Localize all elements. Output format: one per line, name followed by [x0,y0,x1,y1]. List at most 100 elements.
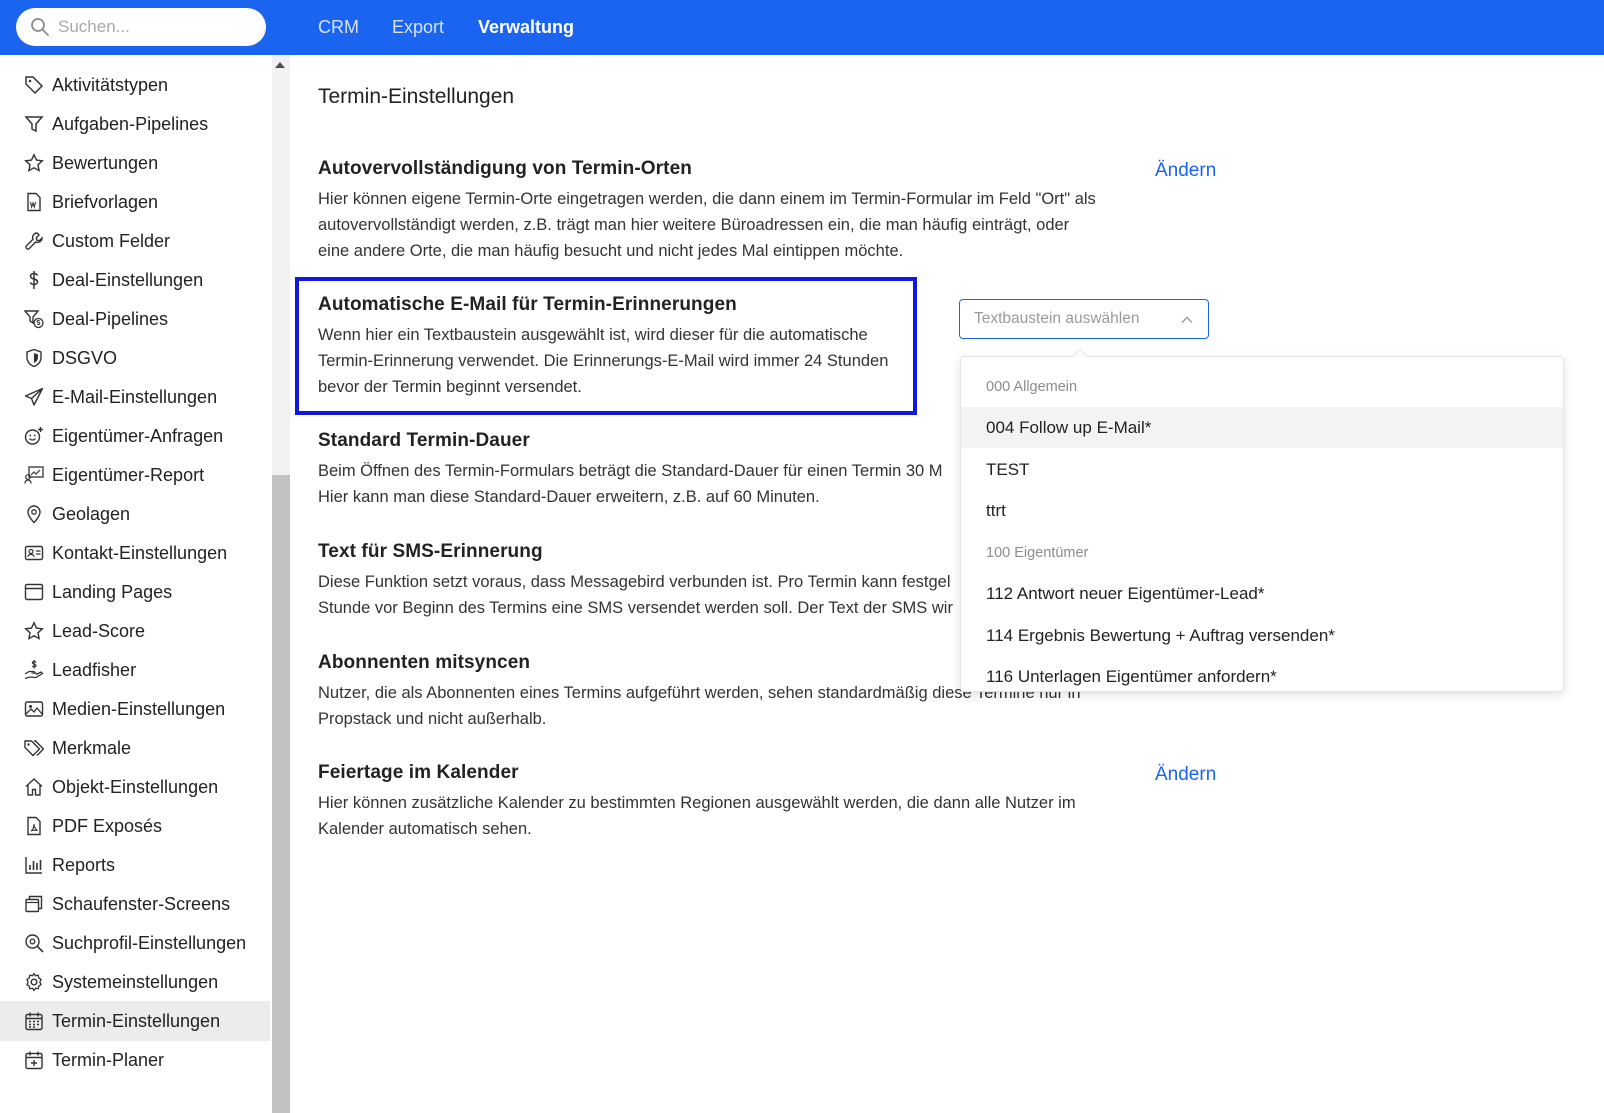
description-line: Hier können zusätzliche Kalender zu best… [318,794,1076,812]
sidebar-item-reports[interactable]: Reports [0,845,270,885]
bar-chart-icon [24,855,44,875]
sidebar-item-bewertungen[interactable]: Bewertungen [0,143,270,183]
section-title: Automatische E-Mail für Termin-Erinnerun… [318,294,737,315]
sidebar-item-dsgvo[interactable]: DSGVO [0,338,270,378]
dropdown-option[interactable]: TEST [961,449,1563,490]
sidebar-item-lead-score[interactable]: Lead-Score [0,611,270,651]
sidebar-item-medien-einstellungen[interactable]: Medien-Einstellungen [0,689,270,729]
sidebar-item-label: Leadfisher [52,659,137,680]
search-icon [31,18,49,36]
dropdown-option[interactable]: ttrt [961,490,1563,531]
sidebar-item-label: E-Mail-Einstellungen [52,386,218,407]
aendern-link-termin-orte[interactable]: Ändern [1155,160,1216,182]
sidebar-item-merkmale[interactable]: Merkmale [0,728,270,768]
sidebar-item-label: Medien-Einstellungen [52,698,226,719]
description-line: Termin-Erinnerung verwendet. Die Erinner… [318,352,889,370]
sidebar-item-systemeinstellungen[interactable]: Systemeinstellungen [0,962,270,1002]
sidebar-item-label: Briefvorlagen [52,191,159,212]
sidebar-item-schaufenster-screens[interactable]: Schaufenster-Screens [0,884,270,924]
shield-icon [24,348,44,368]
aendern-link-feiertage[interactable]: Ändern [1155,764,1216,786]
description-line: autovervollständigt werden, z.B. trägt m… [318,216,1070,234]
chevron-up-icon [1181,316,1193,323]
dropdown-group-header: 100 Eigentümer [986,544,1089,561]
sidebar-item-label: Suchprofil-Einstellungen [52,932,247,953]
sidebar-item-label: DSGVO [52,347,118,368]
sidebar-item-eigentuemer-report[interactable]: Eigentümer-Report [0,455,270,495]
sidebar-item-label: Reports [52,854,116,875]
sidebar-item-custom-felder[interactable]: Custom Felder [0,221,270,261]
sidebar-item-label: Aufgaben-Pipelines [52,113,209,134]
map-pin-icon [24,504,44,524]
nav-export[interactable]: Export [392,0,444,55]
sidebar-item-termin-planer[interactable]: Termin-Planer [0,1040,270,1080]
sidebar-item-label: Termin-Einstellungen [52,1010,221,1031]
sidebar-item-aktivitaetstypen[interactable]: Aktivitätstypen [0,65,270,105]
section-description: Wenn hier ein Textbaustein ausgewählt is… [318,322,918,400]
section-title: Standard Termin-Dauer [318,430,530,451]
sidebar-item-kontakt-einstellungen[interactable]: Kontakt-Einstellungen [0,533,270,573]
chart-report-icon [24,465,44,485]
sidebar-item-termin-einstellungen[interactable]: Termin-Einstellungen [0,1001,270,1041]
scroll-up-arrow-icon[interactable] [275,62,285,68]
sidebar-item-label: Bewertungen [52,152,159,173]
sidebar-item-label: Lead-Score [52,620,146,641]
section-title: Abonnenten mitsyncen [318,652,531,673]
nav-verwaltung[interactable]: Verwaltung [478,0,574,55]
sidebar-item-label: Merkmale [52,737,132,758]
dropdown-option[interactable]: 112 Antwort neuer Eigentümer-Lead* [961,573,1563,614]
sidebar-item-deal-einstellungen[interactable]: Deal-Einstellungen [0,260,270,300]
sidebar-item-label: Deal-Einstellungen [52,269,204,290]
section-description: Hier können zusätzliche Kalender zu best… [318,790,1118,842]
sidebar-item-label: Landing Pages [52,581,173,602]
search-input[interactable] [58,17,248,37]
sidebar-item-label: Schaufenster-Screens [52,893,231,914]
dropdown-option[interactable]: 004 Follow up E-Mail* [961,407,1563,448]
section-title: Autovervollständigung von Termin-Orten [318,158,692,179]
sidebar-item-suchprofil-einstellungen[interactable]: Suchprofil-Einstellungen [0,923,270,963]
page-title: Termin-Einstellungen [318,85,515,108]
sidebar-item-leadfisher[interactable]: Leadfisher [0,650,270,690]
dropdown-group-header: 000 Allgemein [986,378,1078,395]
browser-window-icon [24,582,44,602]
sidebar-item-label: Termin-Planer [52,1049,165,1070]
sidebar-item-aufgaben-pipelines[interactable]: Aufgaben-Pipelines [0,104,270,144]
gear-icon [24,972,44,992]
calendar-icon [24,1011,44,1031]
sidebar-item-e-mail-einstellungen[interactable]: E-Mail-Einstellungen [0,377,270,417]
search-gear-icon [24,933,44,953]
star-icon [24,621,44,641]
image-icon [24,699,44,719]
sidebar-item-label: Geolagen [52,503,131,524]
tag-icon [24,75,44,95]
section-description: Hier können eigene Termin-Orte eingetrag… [318,186,1118,264]
sidebar-item-pdf-exposes[interactable]: PDF Exposés [0,806,270,846]
sidebar-item-label: Objekt-Einstellungen [52,776,219,797]
search-box[interactable] [16,8,266,46]
dropdown-option[interactable]: 114 Ergebnis Bewertung + Auftrag versend… [961,615,1563,656]
dollar-icon [24,270,44,290]
sidebar-item-eigentuemer-anfragen[interactable]: Eigentümer-Anfragen [0,416,270,456]
description-line: Kalender automatisch sehen. [318,820,532,838]
tags-icon [24,738,44,758]
contact-card-icon [24,543,44,563]
word-document-icon [24,192,44,212]
sidebar-item-geolagen[interactable]: Geolagen [0,494,270,534]
dropdown-option[interactable]: 116 Unterlagen Eigentümer anfordern* [961,656,1563,691]
textbaustein-dropdown: 000 Allgemein 004 Follow up E-Mail* TEST… [960,356,1564,692]
sidebar-item-landing-pages[interactable]: Landing Pages [0,572,270,612]
sidebar-item-objekt-einstellungen[interactable]: Objekt-Einstellungen [0,767,270,807]
sidebar-item-label: Eigentümer-Anfragen [52,425,224,446]
sidebar-item-deal-pipelines[interactable]: Deal-Pipelines [0,299,270,339]
description-line: Hier können eigene Termin-Orte eingetrag… [318,190,1096,208]
textbaustein-select[interactable]: Textbaustein auswählen [959,299,1209,339]
sidebar-scrollbar-thumb[interactable] [272,475,290,1113]
nav-crm[interactable]: CRM [318,0,359,55]
description-line: Propstack und nicht außerhalb. [318,710,547,728]
section-title: Feiertage im Kalender [318,762,519,783]
sidebar-item-label: Deal-Pipelines [52,308,169,329]
sidebar-item-label: Aktivitätstypen [52,74,169,95]
filter-icon [24,114,44,134]
sidebar-item-briefvorlagen[interactable]: Briefvorlagen [0,182,270,222]
sidebar-item-label: PDF Exposés [52,815,163,836]
